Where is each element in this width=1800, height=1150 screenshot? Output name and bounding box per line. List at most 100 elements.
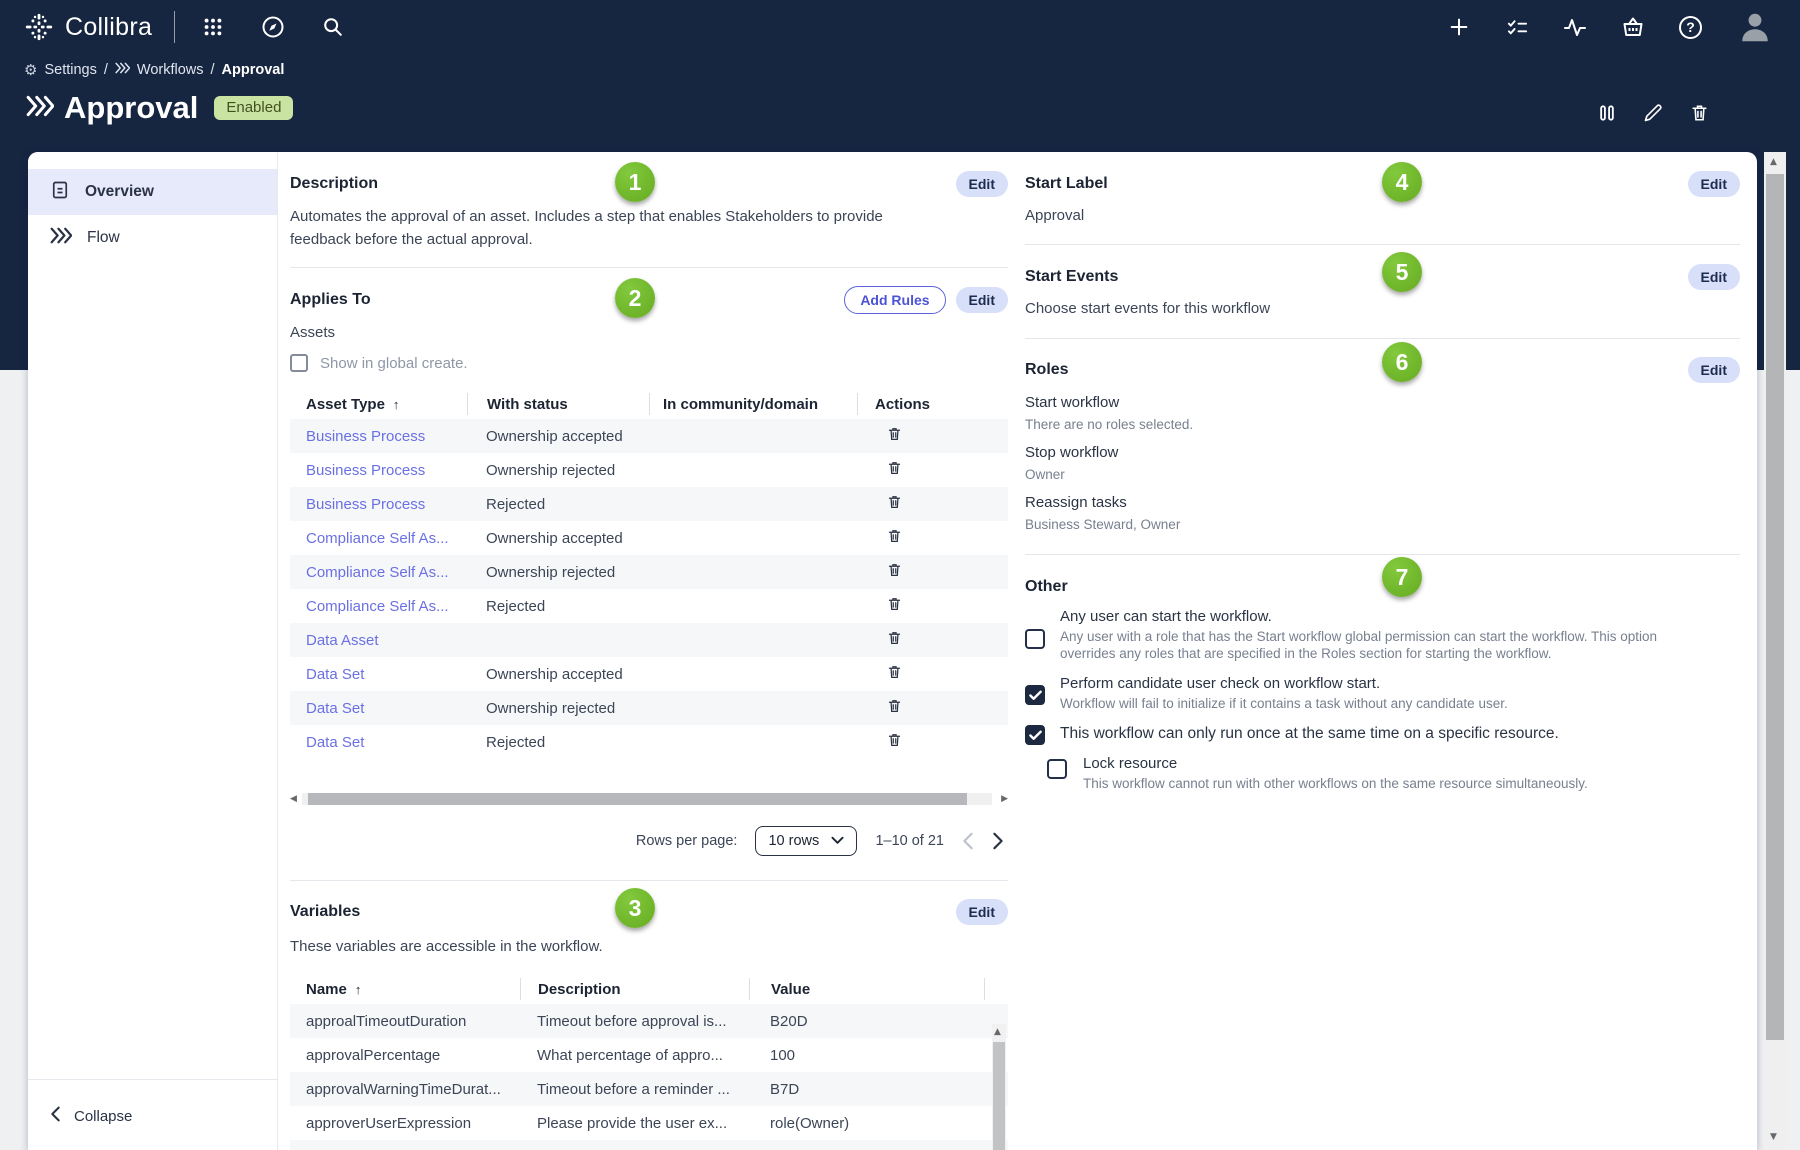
start-events-title: Start Events [1025, 268, 1118, 286]
section-divider [290, 267, 1008, 268]
activity-pulse-icon[interactable] [1563, 15, 1587, 39]
sidebar-collapse-button[interactable]: Collapse [50, 1106, 132, 1126]
asset-type-link[interactable]: Compliance Self As... [290, 564, 467, 581]
option-candidate-user-check: Perform candidate user check on workflow… [1025, 674, 1740, 712]
start-label-edit-button[interactable]: Edit [1688, 171, 1740, 197]
scrollbar-thumb[interactable] [993, 1042, 1005, 1150]
lock-resource-checkbox[interactable] [1047, 759, 1067, 779]
add-icon[interactable] [1447, 15, 1471, 39]
pause-icon[interactable] [1596, 102, 1618, 124]
applies-to-edit-button[interactable]: Edit [956, 287, 1008, 313]
description-edit-button[interactable]: Edit [956, 171, 1008, 197]
asset-type-link[interactable]: Data Set [290, 666, 467, 683]
step-marker-1: 1 [615, 162, 655, 202]
option-lock-resource: Lock resource This workflow cannot run w… [1025, 754, 1740, 792]
rows-per-page-value: 10 rows [768, 833, 819, 849]
delete-trash-icon[interactable] [887, 460, 902, 476]
delete-trash-icon[interactable] [887, 562, 902, 578]
help-icon[interactable]: ? [1679, 16, 1702, 39]
scrollbar-thumb[interactable] [308, 793, 967, 805]
scroll-up-icon[interactable]: ▲ [994, 1028, 1001, 1037]
asset-type-link[interactable]: Data Set [290, 700, 467, 717]
delete-trash-icon[interactable] [887, 630, 902, 646]
delete-trash-icon[interactable] [887, 732, 902, 748]
basket-icon[interactable] [1621, 15, 1645, 39]
compass-icon[interactable] [261, 15, 285, 39]
run-once-checkbox[interactable] [1025, 725, 1045, 745]
user-avatar[interactable] [1736, 9, 1774, 45]
delete-trash-icon[interactable] [887, 426, 902, 442]
with-status-cell: Ownership accepted [467, 666, 649, 683]
column-header[interactable]: Description [520, 978, 749, 1000]
rows-per-page-label: Rows per page: [636, 833, 738, 849]
asset-type-link[interactable]: Business Process [290, 462, 467, 479]
table-row: Data Asset [290, 623, 1008, 657]
variables-caption: These variables are accessible in the wo… [290, 936, 1008, 954]
any-user-checkbox[interactable] [1025, 629, 1045, 649]
add-rules-button[interactable]: Add Rules [844, 286, 945, 314]
asset-type-link[interactable]: Compliance Self As... [290, 530, 467, 547]
delete-trash-icon[interactable] [1688, 102, 1710, 124]
scroll-down-icon[interactable]: ▼ [1770, 1133, 1777, 1142]
scrollbar-thumb[interactable] [1766, 174, 1784, 1040]
tasks-checklist-icon[interactable] [1505, 15, 1529, 39]
edit-pencil-icon[interactable] [1642, 102, 1664, 124]
roles-title: Roles [1025, 361, 1069, 379]
rows-per-page-select[interactable]: 10 rows [755, 826, 857, 856]
option-label: Lock resource [1083, 754, 1740, 773]
previous-page-icon[interactable] [962, 832, 974, 850]
column-header[interactable]: Name [306, 981, 347, 998]
table-row: Compliance Self As...Ownership accepted [290, 521, 1008, 555]
column-header[interactable]: In community/domain [649, 393, 857, 415]
delete-trash-icon[interactable] [887, 528, 902, 544]
variable-description: Timeout before a reminder ... [520, 1081, 749, 1098]
section-divider [1025, 554, 1740, 555]
column-header[interactable]: With status [467, 393, 649, 415]
next-page-icon[interactable] [992, 832, 1004, 850]
sort-asc-icon[interactable]: ↑ [393, 397, 400, 412]
role-value: Business Steward, Owner [1025, 517, 1740, 534]
step-marker-4: 4 [1382, 162, 1422, 202]
sidebar-item-label: Flow [87, 229, 120, 247]
variables-table-body: approalTimeoutDurationTimeout before app… [290, 1004, 1008, 1150]
breadcrumb-workflows[interactable]: Workflows [137, 62, 204, 78]
sidebar-item-label: Overview [85, 183, 154, 201]
sidebar-item-flow[interactable]: Flow [28, 215, 277, 261]
column-header[interactable]: Asset Type [306, 396, 385, 413]
asset-type-link[interactable]: Business Process [290, 428, 467, 445]
asset-type-link[interactable]: Business Process [290, 496, 467, 513]
roles-edit-button[interactable]: Edit [1688, 357, 1740, 383]
asset-type-link[interactable]: Compliance Self As... [290, 598, 467, 615]
delete-trash-icon[interactable] [887, 494, 902, 510]
description-title: Description [290, 175, 378, 193]
list-item: approalTimeoutDurationTimeout before app… [290, 1004, 1008, 1038]
apps-grid-icon[interactable] [201, 15, 225, 39]
delete-trash-icon[interactable] [887, 596, 902, 612]
scroll-left-icon[interactable]: ◀ [290, 795, 297, 804]
show-in-global-create-checkbox[interactable] [290, 354, 308, 372]
asset-type-link[interactable]: Data Set [290, 734, 467, 751]
delete-trash-icon[interactable] [887, 664, 902, 680]
scroll-up-icon[interactable]: ▲ [1770, 158, 1777, 167]
search-icon[interactable] [321, 15, 345, 39]
asset-type-link[interactable]: Data Asset [290, 632, 467, 649]
scroll-right-icon[interactable]: ▶ [1001, 795, 1008, 804]
role-value: Owner [1025, 467, 1740, 484]
sidebar-item-overview[interactable]: Overview [28, 169, 277, 215]
role-label: Start workflow [1025, 394, 1740, 414]
column-header[interactable]: Value [749, 978, 984, 1000]
with-status-cell: Rejected [467, 496, 649, 513]
delete-trash-icon[interactable] [887, 698, 902, 714]
sort-asc-icon[interactable]: ↑ [355, 982, 362, 997]
option-label: Perform candidate user check on workflow… [1060, 674, 1740, 693]
collibra-logo-icon [24, 12, 54, 42]
candidate-check-checkbox[interactable] [1025, 685, 1045, 705]
collibra-logo[interactable]: Collibra [24, 12, 152, 42]
start-events-edit-button[interactable]: Edit [1688, 264, 1740, 290]
variable-description: Please provide the user ex... [520, 1115, 749, 1132]
column-header: Actions [857, 393, 1008, 415]
variables-edit-button[interactable]: Edit [956, 899, 1008, 925]
table-row: Compliance Self As...Ownership rejected [290, 555, 1008, 589]
variables-table: Name ↑ Description Value approalTimeoutDu… [290, 974, 1008, 1150]
breadcrumb-settings[interactable]: Settings [44, 62, 96, 78]
